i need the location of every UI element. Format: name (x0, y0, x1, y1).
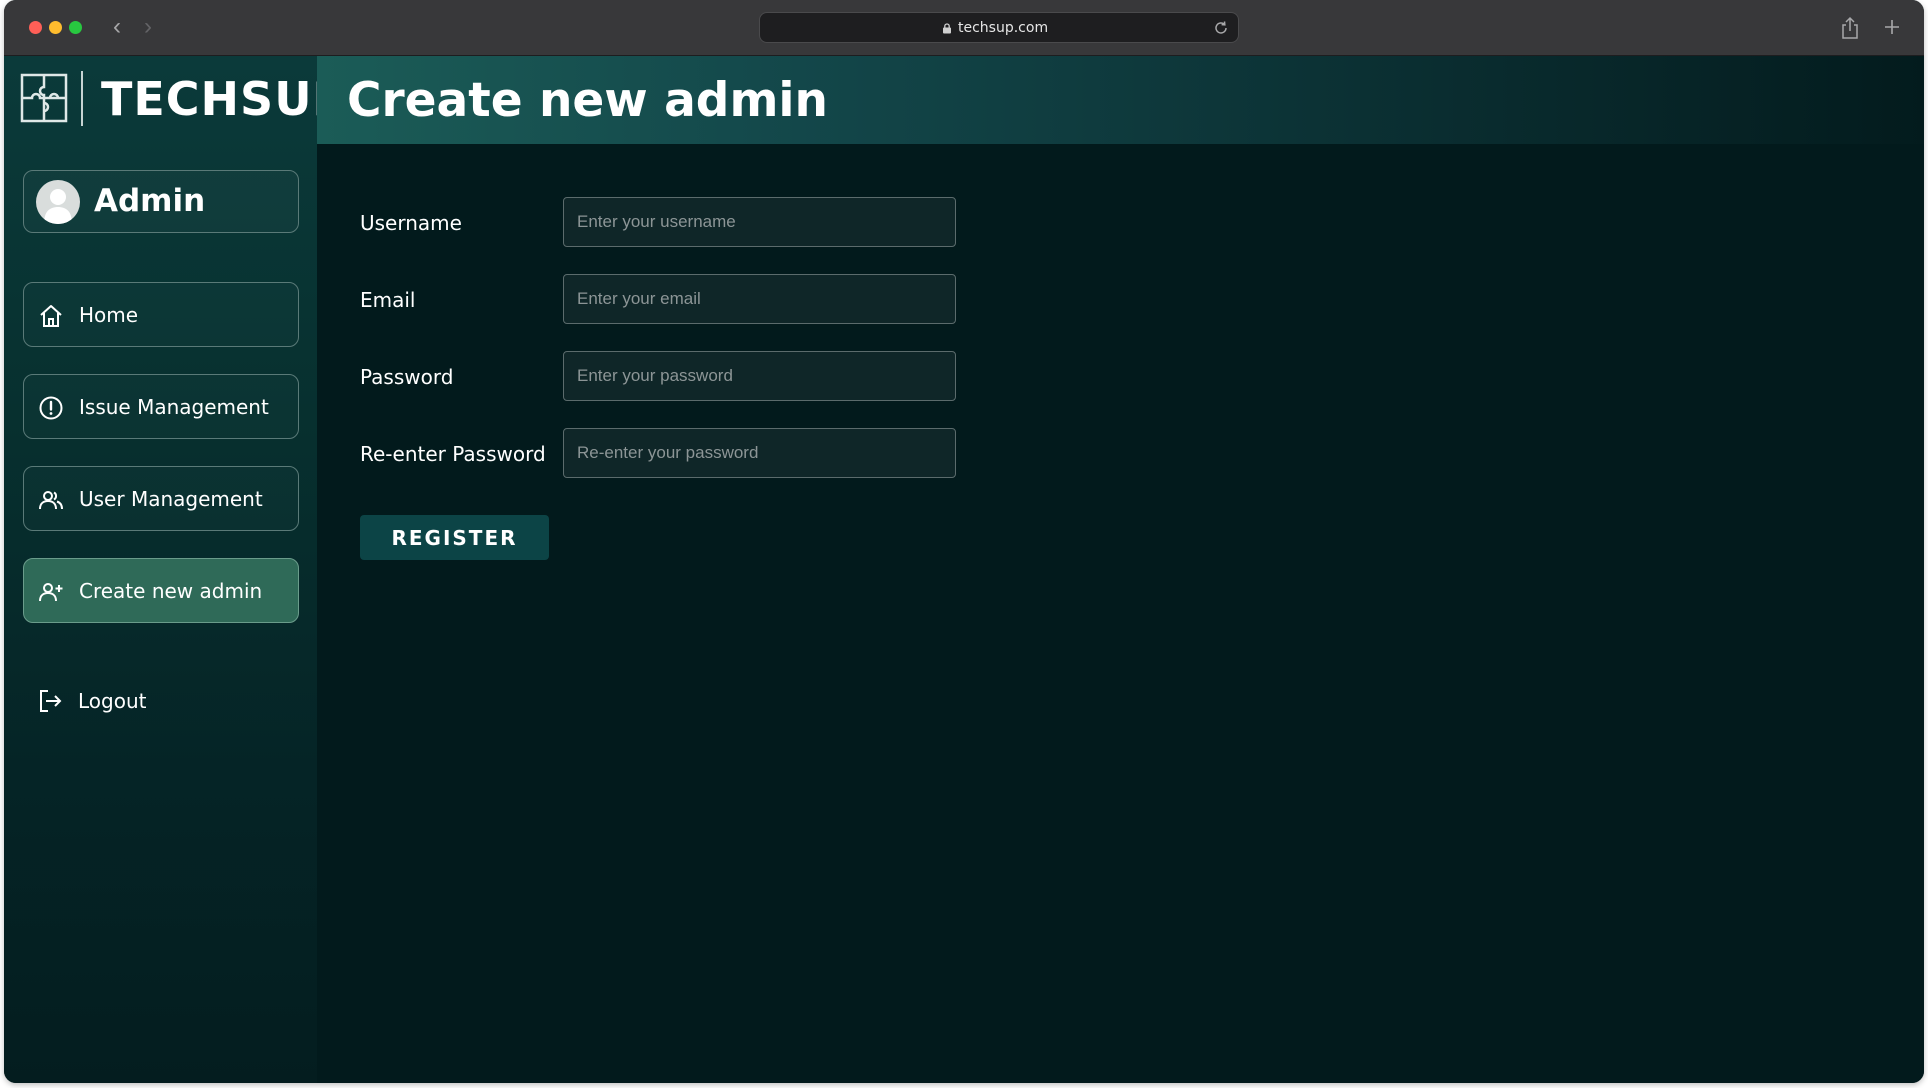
sidebar-item-create-new-admin[interactable]: Create new admin (23, 558, 299, 623)
logout-button[interactable]: Logout (23, 676, 299, 726)
home-icon (40, 305, 62, 327)
email-label: Email (360, 288, 416, 312)
username-input[interactable] (563, 197, 956, 247)
username-label: Username (360, 211, 462, 235)
page-header: Create new admin (317, 56, 1924, 144)
email-row: Email (317, 274, 1117, 324)
user-profile-card[interactable]: Admin (23, 170, 299, 233)
browser-toolbar: ‹ › techsup.com (4, 0, 1924, 56)
logout-label: Logout (78, 689, 147, 713)
username-row: Username (317, 197, 1117, 247)
logout-icon (40, 690, 62, 712)
reenter-password-label: Re-enter Password (360, 442, 546, 466)
forward-button[interactable]: › (137, 14, 159, 40)
new-tab-icon[interactable] (1882, 17, 1902, 37)
password-label: Password (360, 365, 454, 389)
reenter-password-row: Re-enter Password (317, 428, 1117, 478)
share-icon[interactable] (1840, 16, 1860, 40)
close-window-button[interactable] (29, 21, 42, 34)
sidebar-item-home[interactable]: Home (23, 282, 299, 347)
password-row: Password (317, 351, 1117, 401)
lock-icon (943, 23, 951, 34)
browser-window: ‹ › techsup.com TECHSUP Admin Home Issue… (4, 0, 1924, 1083)
avatar (36, 180, 80, 224)
sidebar-item-issue-management[interactable]: Issue Management (23, 374, 299, 439)
url-text: techsup.com (958, 20, 1049, 36)
main-content: Username Email Password Re-enter Passwor… (317, 144, 1924, 1083)
reenter-password-input[interactable] (563, 428, 956, 478)
register-button[interactable]: REGISTER (360, 515, 549, 560)
sidebar-item-label: Home (79, 303, 139, 327)
users-icon (39, 491, 63, 510)
brand-name: TECHSUP (101, 72, 348, 126)
zoom-window-button[interactable] (69, 21, 82, 34)
password-input[interactable] (563, 351, 956, 401)
reload-icon[interactable] (1212, 19, 1230, 37)
sidebar: TECHSUP Admin Home Issue Management User… (4, 56, 346, 1083)
brand: TECHSUP (4, 56, 346, 144)
minimize-window-button[interactable] (49, 21, 62, 34)
sidebar-item-label: Issue Management (79, 395, 269, 419)
back-button[interactable]: ‹ (106, 14, 128, 40)
alert-circle-icon (39, 396, 63, 420)
avatar-silhouette-icon (44, 189, 72, 224)
puzzle-logo-icon (20, 73, 68, 123)
brand-divider (81, 71, 83, 126)
sidebar-item-user-management[interactable]: User Management (23, 466, 299, 531)
user-plus-icon (39, 583, 63, 602)
address-bar[interactable]: techsup.com (759, 12, 1239, 43)
sidebar-item-label: User Management (79, 487, 263, 511)
user-name: Admin (94, 183, 206, 219)
sidebar-item-label: Create new admin (79, 579, 263, 603)
page-title: Create new admin (347, 73, 828, 128)
email-input[interactable] (563, 274, 956, 324)
